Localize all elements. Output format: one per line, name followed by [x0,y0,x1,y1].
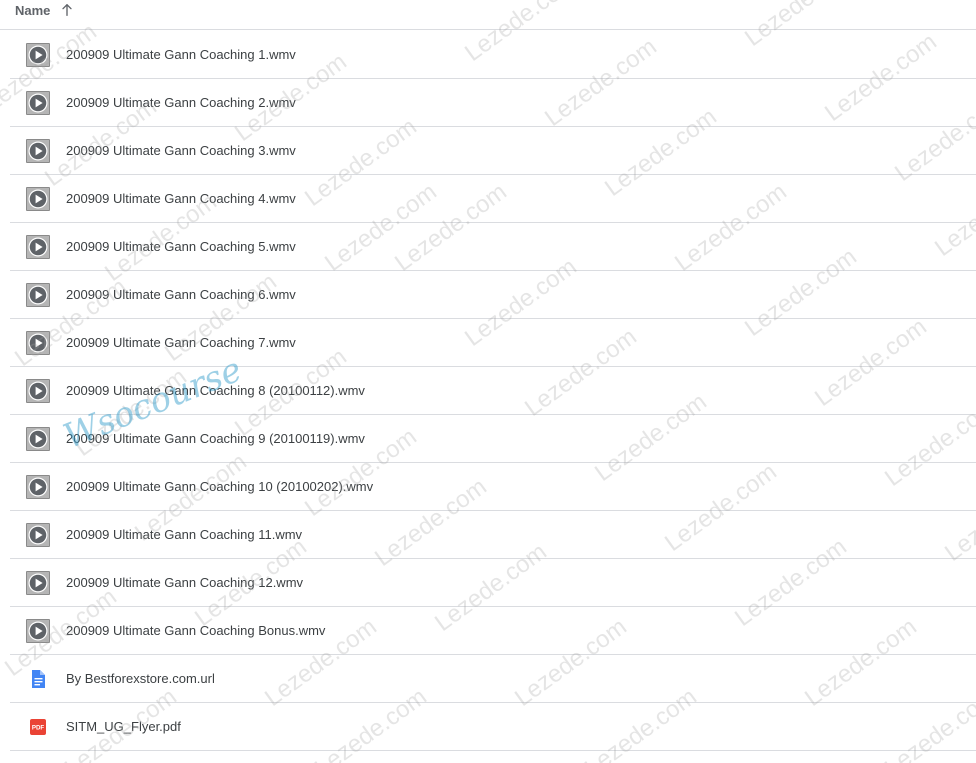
video-play-icon [26,235,50,259]
file-name: 200909 Ultimate Gann Coaching Bonus.wmv [66,623,326,638]
file-row[interactable]: 200909 Ultimate Gann Coaching 11.wmv [10,511,976,559]
file-name: 200909 Ultimate Gann Coaching 1.wmv [66,47,296,62]
file-row[interactable]: 200909 Ultimate Gann Coaching 2.wmv [10,79,976,127]
video-play-icon [26,379,50,403]
file-row[interactable]: 200909 Ultimate Gann Coaching 5.wmv [10,223,976,271]
file-name: 200909 Ultimate Gann Coaching 2.wmv [66,95,296,110]
file-row[interactable]: 200909 Ultimate Gann Coaching 9 (2010011… [10,415,976,463]
file-name: 200909 Ultimate Gann Coaching 11.wmv [66,527,303,542]
video-play-icon [26,139,50,163]
file-name: 200909 Ultimate Gann Coaching 9 (2010011… [66,431,365,446]
file-list: 200909 Ultimate Gann Coaching 1.wmv 20090… [0,31,976,751]
file-row[interactable]: 200909 Ultimate Gann Coaching 7.wmv [10,319,976,367]
arrow-up-icon[interactable] [59,2,75,18]
video-play-icon [26,91,50,115]
file-name: By Bestforexstore.com.url [66,671,215,686]
file-list-view: Name 200909 Ultimate Gann Coaching 1.wmv… [0,0,976,763]
file-row[interactable]: 200909 Ultimate Gann Coaching 3.wmv [10,127,976,175]
video-play-icon [26,475,50,499]
file-name: 200909 Ultimate Gann Coaching 5.wmv [66,239,296,254]
video-play-icon [26,43,50,67]
file-name: 200909 Ultimate Gann Coaching 3.wmv [66,143,296,158]
file-name: SITM_UG_Flyer.pdf [66,719,181,734]
pdf-icon: PDF [26,715,50,739]
list-header: Name [0,0,976,30]
name-column-header[interactable]: Name [15,3,50,18]
video-play-icon [26,523,50,547]
file-name: 200909 Ultimate Gann Coaching 8 (2010011… [66,383,365,398]
document-icon [26,667,50,691]
file-name: 200909 Ultimate Gann Coaching 7.wmv [66,335,296,350]
video-play-icon [26,427,50,451]
file-row[interactable]: 200909 Ultimate Gann Coaching Bonus.wmv [10,607,976,655]
file-row[interactable]: By Bestforexstore.com.url [10,655,976,703]
video-play-icon [26,619,50,643]
file-name: 200909 Ultimate Gann Coaching 4.wmv [66,191,296,206]
file-row[interactable]: 200909 Ultimate Gann Coaching 6.wmv [10,271,976,319]
file-row[interactable]: PDF SITM_UG_Flyer.pdf [10,703,976,751]
video-play-icon [26,187,50,211]
video-play-icon [26,571,50,595]
file-row[interactable]: 200909 Ultimate Gann Coaching 12.wmv [10,559,976,607]
file-row[interactable]: 200909 Ultimate Gann Coaching 1.wmv [10,31,976,79]
file-row[interactable]: 200909 Ultimate Gann Coaching 10 (201002… [10,463,976,511]
file-name: 200909 Ultimate Gann Coaching 12.wmv [66,575,304,590]
video-play-icon [26,283,50,307]
svg-text:PDF: PDF [32,725,45,732]
file-row[interactable]: 200909 Ultimate Gann Coaching 4.wmv [10,175,976,223]
video-play-icon [26,331,50,355]
file-name: 200909 Ultimate Gann Coaching 10 (201002… [66,479,374,494]
file-name: 200909 Ultimate Gann Coaching 6.wmv [66,287,296,302]
file-row[interactable]: 200909 Ultimate Gann Coaching 8 (2010011… [10,367,976,415]
